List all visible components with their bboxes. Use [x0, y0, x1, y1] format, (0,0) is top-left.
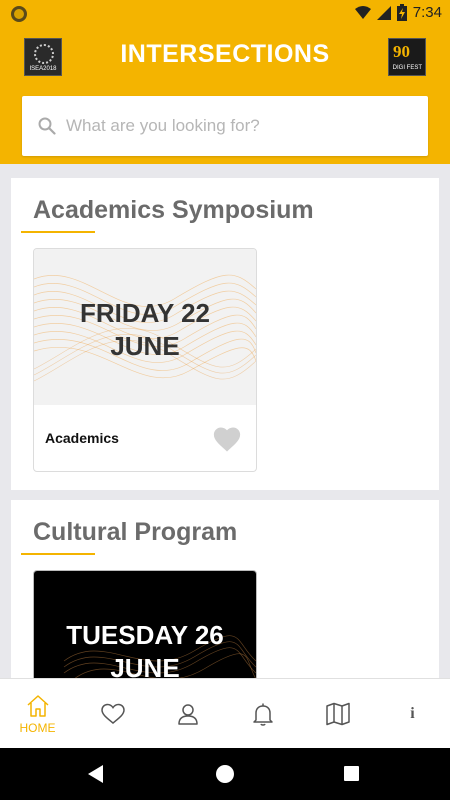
section-title: Cultural Program — [33, 518, 238, 546]
android-nav-bar — [0, 748, 450, 800]
app-title: INTERSECTIONS — [120, 40, 330, 68]
recents-icon[interactable] — [344, 766, 359, 781]
wifi-icon — [354, 5, 371, 19]
event-card[interactable]: FRIDAY 22 JUNE Academics — [33, 248, 257, 472]
heart-icon[interactable] — [212, 425, 242, 453]
section-academics: Academics Symposium FRIDAY 22 JUNE Acade… — [11, 178, 439, 490]
nav-profile[interactable] — [150, 679, 225, 749]
clock: 7:34 — [412, 4, 442, 21]
signal-icon — [376, 5, 391, 20]
search-icon — [38, 117, 56, 135]
card-date-line2: JUNE — [110, 331, 180, 361]
nav-favorites[interactable] — [75, 679, 150, 749]
card-date-line2: JUNE — [110, 653, 180, 678]
status-bar: 7:34 — [0, 0, 450, 28]
card-label: Academics — [45, 430, 119, 446]
search-box[interactable] — [22, 96, 428, 156]
card-footer: Academics — [34, 405, 256, 471]
home-icon — [26, 695, 49, 717]
person-icon — [177, 704, 198, 725]
section-title: Academics Symposium — [33, 196, 314, 224]
nav-notifications[interactable] — [225, 679, 300, 749]
card-date: FRIDAY 22 JUNE — [34, 297, 256, 363]
nav-info[interactable]: i — [375, 679, 450, 749]
nav-home[interactable]: HOME — [0, 679, 75, 749]
section-cultural: Cultural Program TUESDAY 26 JUNE — [11, 500, 439, 678]
app-notification-icon — [11, 6, 27, 22]
home-circle-icon[interactable] — [216, 765, 234, 783]
section-underline — [21, 231, 95, 233]
bell-icon — [252, 703, 273, 726]
event-card[interactable]: TUESDAY 26 JUNE — [33, 570, 257, 678]
card-date-line1: FRIDAY 22 — [79, 298, 211, 328]
status-icons: 7:34 — [354, 4, 442, 21]
search-input[interactable] — [66, 96, 416, 156]
back-icon[interactable] — [88, 765, 103, 783]
heart-icon — [100, 703, 125, 724]
bottom-nav: HOME i — [0, 678, 450, 748]
digifest-logo-text: DIGI FEST — [392, 65, 422, 71]
battery-charging-icon — [396, 4, 407, 21]
nav-home-label: HOME — [19, 721, 56, 735]
card-image: TUESDAY 26 JUNE — [34, 571, 256, 678]
card-date: TUESDAY 26 JUNE — [34, 619, 256, 678]
card-date-line1: TUESDAY 26 — [66, 620, 224, 650]
app-header: ISEA2018 INTERSECTIONS 90 DIGI FEST — [0, 28, 450, 164]
info-icon: i — [410, 705, 415, 722]
map-icon — [325, 702, 350, 726]
card-image: FRIDAY 22 JUNE — [34, 249, 256, 405]
digifest-logo[interactable]: 90 DIGI FEST — [388, 38, 426, 76]
content-scroll[interactable]: Academics Symposium FRIDAY 22 JUNE Acade… — [0, 164, 450, 678]
section-underline — [21, 553, 95, 555]
nav-map[interactable] — [300, 679, 375, 749]
